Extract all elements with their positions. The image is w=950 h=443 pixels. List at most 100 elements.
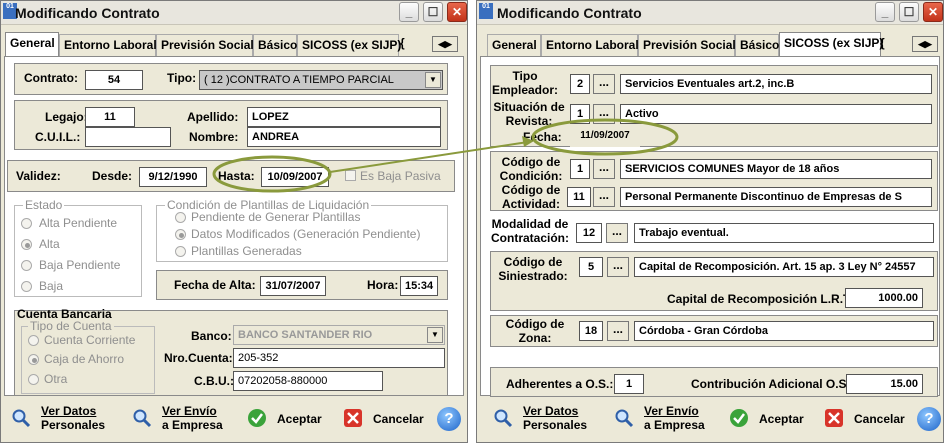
close-button[interactable]: ✕ xyxy=(923,2,943,22)
magnifier-icon xyxy=(615,409,634,428)
cancelar-button[interactable]: Cancelar xyxy=(824,402,905,438)
estado-option-label: Alta xyxy=(39,237,60,251)
maximize-button[interactable]: ☐ xyxy=(899,2,919,22)
estado-radio-baja-pendiente[interactable] xyxy=(21,260,32,271)
hasta-field[interactable]: 10/09/2007 xyxy=(261,167,329,187)
estado-radio-baja[interactable] xyxy=(21,281,32,292)
chevron-down-icon[interactable]: ▼ xyxy=(425,72,441,88)
modalidad-lookup-button[interactable]: ... xyxy=(606,223,628,243)
help-icon[interactable]: ? xyxy=(437,407,461,431)
modalidad-desc[interactable]: Trabajo eventual. xyxy=(634,223,934,243)
baja-pasiva-checkbox[interactable] xyxy=(345,170,356,181)
title-bar[interactable]: 01 Modificando Contrato _ ☐ ✕ xyxy=(1,1,467,25)
siniestrado-lookup-button[interactable]: ... xyxy=(607,257,629,277)
tab-entorno-laboral[interactable]: Entorno Laboral xyxy=(59,34,157,56)
cancelar-button[interactable]: Cancelar xyxy=(343,402,424,438)
close-button[interactable]: ✕ xyxy=(447,2,467,22)
ver-envio-empresa-button[interactable]: Ver Envío a Empresa xyxy=(614,402,714,438)
estado-radio-alta-pendiente[interactable] xyxy=(21,218,32,229)
tab-basico[interactable]: Básico xyxy=(253,34,297,56)
chevron-down-icon[interactable]: ▼ xyxy=(427,327,443,343)
help-icon[interactable]: ? xyxy=(917,407,941,431)
capital-field[interactable]: 1000.00 xyxy=(845,288,923,308)
ver-datos-personales-button[interactable]: Ver Datos Personales xyxy=(493,402,593,438)
obra-social-group: Adherentes a O.S.: 1 Contribución Adicio… xyxy=(490,367,938,397)
siniestrado-desc[interactable]: Capital de Recomposición. Art. 15 ap. 3 … xyxy=(634,257,934,277)
tipo-empleador-lookup-button[interactable]: ... xyxy=(593,74,615,94)
zona-desc[interactable]: Córdoba - Gran Córdoba xyxy=(634,321,934,341)
actividad-code[interactable]: 11 xyxy=(567,187,591,207)
tab-basico[interactable]: Básico xyxy=(735,34,779,56)
label-line: Contratación: xyxy=(491,231,569,245)
condicion-lookup-button[interactable]: ... xyxy=(593,159,615,179)
ver-envio-empresa-button[interactable]: Ver Envío a Empresa xyxy=(132,402,232,438)
contribucion-field[interactable]: 15.00 xyxy=(846,374,923,394)
contrato-field[interactable]: 54 xyxy=(85,70,143,90)
label-line: Código de xyxy=(501,183,561,197)
plantillas-group: Condición de Plantillas de Liquidación P… xyxy=(156,198,448,262)
cuil-field[interactable] xyxy=(85,127,171,147)
condicion-desc[interactable]: SERVICIOS COMUNES Mayor de 18 años xyxy=(620,159,932,179)
cuenta-radio-corriente[interactable] xyxy=(28,335,39,346)
tab-general[interactable]: General xyxy=(5,32,59,57)
estado-option-label: Alta Pendiente xyxy=(39,216,118,230)
ver-datos-personales-button[interactable]: Ver Datos Personales xyxy=(11,402,111,438)
capital-label: Capital de Recomposición L.R.T.: xyxy=(667,292,857,306)
contract-group: Contrato: 54 Tipo: ( 12 )CONTRATO A TIEM… xyxy=(14,63,448,95)
hora-field[interactable]: 15:34 xyxy=(400,276,438,296)
hasta-label: Hasta: xyxy=(218,169,255,183)
estado-radio-alta[interactable] xyxy=(21,239,32,250)
aceptar-button[interactable]: Aceptar xyxy=(729,402,809,438)
tipo-empleador-code[interactable]: 2 xyxy=(570,74,590,94)
tab-sicoss[interactable]: SICOSS (ex SIJP) xyxy=(779,32,883,57)
tab-prevision-social[interactable]: Previsión Social xyxy=(638,34,736,56)
zona-code[interactable]: 18 xyxy=(579,321,603,341)
cbu-field[interactable]: 07202058-880000 xyxy=(233,371,383,391)
contrato-label: Contrato: xyxy=(24,71,78,85)
tab-scroll-arrows[interactable]: ◀▶ xyxy=(432,36,458,52)
cuenta-bancaria-group: Cuenta Bancaria Tipo de Cuenta Cuenta Co… xyxy=(14,307,448,396)
cuenta-radio-otra[interactable] xyxy=(28,374,39,385)
plantillas-radio-modificados[interactable] xyxy=(175,229,186,240)
cancel-icon xyxy=(344,409,362,427)
ver-envio-line1: Ver Envío xyxy=(162,404,217,418)
validez-label: Validez: xyxy=(16,169,61,183)
title-bar[interactable]: 01 Modificando Contrato _ ☐ ✕ xyxy=(477,1,943,25)
tipo-empleador-desc[interactable]: Servicios Eventuales art.2, inc.B xyxy=(620,74,932,94)
siniestrado-code[interactable]: 5 xyxy=(579,257,603,277)
banco-select[interactable]: BANCO SANTANDER RIO ▼ xyxy=(233,325,445,345)
actividad-lookup-button[interactable]: ... xyxy=(593,187,615,207)
apellido-field[interactable]: LOPEZ xyxy=(247,107,441,127)
fecha-field[interactable]: 11/09/2007 xyxy=(570,127,640,147)
minimize-button[interactable]: _ xyxy=(875,2,895,22)
adherentes-field[interactable]: 1 xyxy=(614,374,644,394)
zona-lookup-button[interactable]: ... xyxy=(607,321,629,341)
tab-general[interactable]: General xyxy=(487,34,541,56)
plantillas-radio-generadas[interactable] xyxy=(175,246,186,257)
nro-cuenta-field[interactable]: 205-352 xyxy=(233,348,445,368)
aceptar-button[interactable]: Aceptar xyxy=(247,402,327,438)
tab-sicoss[interactable]: SICOSS (ex SIJP) xyxy=(297,34,401,56)
label-line: Código de xyxy=(505,317,565,331)
cuenta-radio-ahorro[interactable] xyxy=(28,354,39,365)
tipo-cuenta-group: Tipo de Cuenta Cuenta Corriente Caja de … xyxy=(21,319,155,394)
situacion-code[interactable]: 1 xyxy=(570,104,590,124)
tab-scroll-arrows[interactable]: ◀▶ xyxy=(912,36,938,52)
minimize-button[interactable]: _ xyxy=(399,2,419,22)
actividad-desc[interactable]: Personal Permanente Discontinuo de Empre… xyxy=(620,187,932,207)
maximize-button[interactable]: ☐ xyxy=(423,2,443,22)
desde-field[interactable]: 9/12/1990 xyxy=(139,167,207,187)
window-title: Modificando Contrato xyxy=(15,5,160,21)
tab-prevision-social[interactable]: Previsión Social xyxy=(156,34,254,56)
situacion-lookup-button[interactable]: ... xyxy=(593,104,615,124)
modalidad-code[interactable]: 12 xyxy=(576,223,602,243)
situacion-desc[interactable]: Activo xyxy=(620,104,932,124)
nombre-field[interactable]: ANDREA xyxy=(247,127,441,147)
condicion-code[interactable]: 1 xyxy=(570,159,590,179)
plantillas-radio-pendiente[interactable] xyxy=(175,212,186,223)
tipo-contrato-select[interactable]: ( 12 )CONTRATO A TIEMPO PARCIAL ▼ xyxy=(199,70,443,90)
legajo-field[interactable]: 11 xyxy=(85,107,135,127)
tab-entorno-laboral[interactable]: Entorno Laboral xyxy=(541,34,639,56)
fecha-alta-field[interactable]: 31/07/2007 xyxy=(260,276,326,296)
fecha-alta-group: Fecha de Alta: 31/07/2007 Hora: 15:34 xyxy=(156,270,448,300)
